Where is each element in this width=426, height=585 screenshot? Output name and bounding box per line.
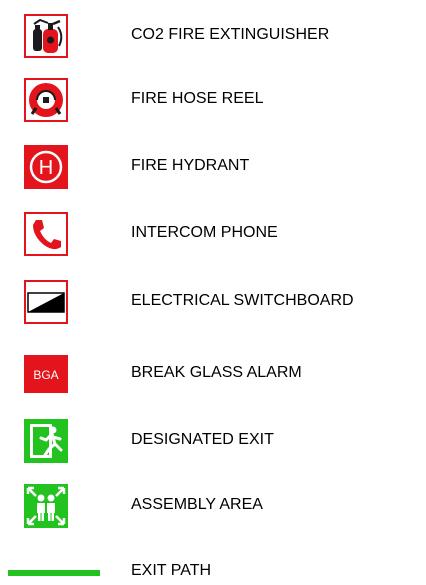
hydrant-letter: H xyxy=(39,157,53,179)
legend-item-electrical-switchboard: ELECTRICAL SWITCHBOARD xyxy=(0,280,426,336)
switchboard-icon xyxy=(24,280,68,324)
legend-item-fire-hydrant: H FIRE HYDRANT xyxy=(0,145,426,201)
legend-item-break-glass-alarm: BGA BREAK GLASS ALARM xyxy=(0,352,426,408)
phone-icon xyxy=(24,212,68,256)
legend-label: ELECTRICAL SWITCHBOARD xyxy=(131,292,354,309)
legend-label: FIRE HOSE REEL xyxy=(131,90,264,107)
legend-label: INTERCOM PHONE xyxy=(131,224,278,241)
legend-label: CO2 FIRE EXTINGUISHER xyxy=(131,26,330,43)
assembly-area-icon xyxy=(24,484,68,528)
exit-path-line xyxy=(8,570,100,576)
legend-item-fire-hose-reel: FIRE HOSE REEL xyxy=(0,78,426,134)
legend-label: EXIT PATH xyxy=(131,562,212,579)
legend-item-exit-path: EXIT PATH xyxy=(0,550,426,585)
break-glass-alarm-icon: BGA xyxy=(24,352,68,396)
legend-label: DESIGNATED EXIT xyxy=(131,431,274,448)
legend-item-co2-extinguisher: CO2 FIRE EXTINGUISHER xyxy=(0,14,426,70)
fire-extinguisher-icon xyxy=(24,14,68,58)
legend-item-assembly-area: ASSEMBLY AREA xyxy=(0,484,426,540)
legend-item-designated-exit: DESIGNATED EXIT xyxy=(0,419,426,475)
bga-letters: BGA xyxy=(33,368,58,382)
safety-legend: CO2 FIRE EXTINGUISHER FIRE HOSE REEL H F… xyxy=(0,0,426,585)
exit-sign-icon xyxy=(24,419,68,463)
legend-label: BREAK GLASS ALARM xyxy=(131,364,302,381)
legend-label: ASSEMBLY AREA xyxy=(131,496,263,513)
hydrant-icon: H xyxy=(24,145,68,189)
legend-item-intercom-phone: INTERCOM PHONE xyxy=(0,212,426,268)
hose-reel-icon xyxy=(24,78,68,122)
legend-label: FIRE HYDRANT xyxy=(131,157,250,174)
